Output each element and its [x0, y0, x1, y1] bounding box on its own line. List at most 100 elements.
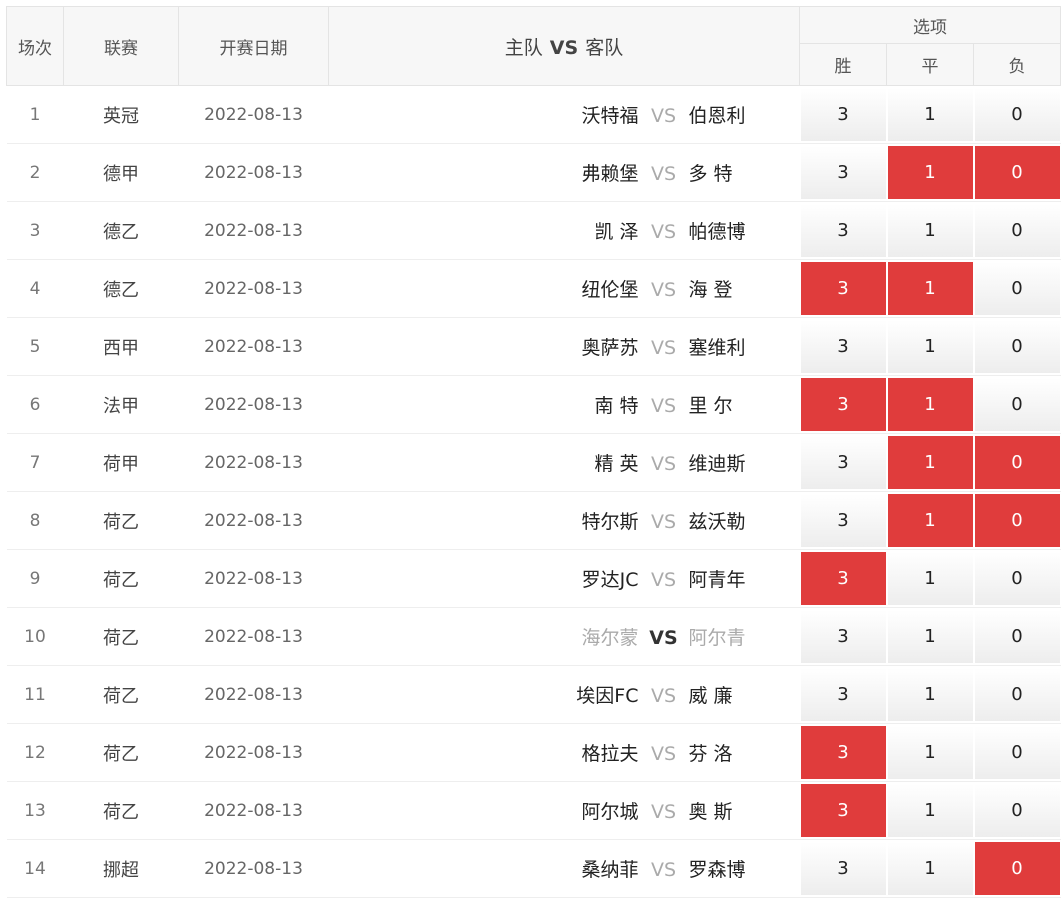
option-loss-button[interactable]: 0	[974, 784, 1060, 837]
league-name: 德乙	[63, 259, 179, 318]
option-cell-draw: 1	[886, 259, 974, 318]
header-home: 主队	[504, 36, 543, 59]
table-row: 13 荷乙 2022-08-13 阿尔城 VS 奥 斯310	[6, 781, 1061, 840]
match-no: 8	[6, 491, 64, 550]
home-team: 埃因FC	[576, 685, 639, 707]
match-date: 2022-08-13	[178, 317, 329, 376]
option-loss-button[interactable]: 0	[974, 726, 1060, 779]
option-loss-button[interactable]: 0	[974, 668, 1060, 721]
match-no: 10	[6, 607, 64, 666]
away-team: 里 尔	[688, 395, 733, 417]
match-no: 6	[6, 375, 64, 434]
match-teams: 格拉夫 VS 芬 洛	[328, 723, 800, 782]
option-loss-button[interactable]: 0	[974, 436, 1060, 489]
header-date: 开赛日期	[178, 6, 329, 86]
home-team: 奥萨苏	[581, 337, 639, 359]
option-draw-button[interactable]: 1	[887, 436, 973, 489]
option-cell-draw: 1	[886, 665, 974, 724]
match-date: 2022-08-13	[178, 781, 329, 840]
option-loss-button[interactable]: 0	[974, 88, 1060, 141]
header-options: 选项	[798, 6, 1062, 44]
option-cell-draw: 1	[886, 433, 974, 492]
home-team: 南 特	[594, 395, 639, 417]
header-draw: 平	[886, 43, 974, 86]
league-name: 荷甲	[63, 433, 179, 492]
match-teams: 埃因FC VS 威 廉	[328, 665, 800, 724]
option-loss-button[interactable]: 0	[974, 610, 1060, 663]
table-row: 1 英冠 2022-08-13 沃特福 VS 伯恩利 3 1 0	[6, 85, 1061, 144]
away-team: 奥 斯	[688, 801, 733, 823]
option-loss-button[interactable]: 0	[974, 204, 1060, 257]
option-draw-button[interactable]: 1	[887, 494, 973, 547]
league-name: 荷乙	[63, 491, 179, 550]
option-cell-draw: 1	[886, 839, 974, 898]
league-name: 荷乙	[63, 665, 179, 724]
option-cell-loss: 0	[973, 85, 1061, 144]
option-draw-button[interactable]: 1	[887, 668, 973, 721]
match-date: 2022-08-13	[178, 491, 329, 550]
match-no: 7	[6, 433, 64, 492]
option-draw-button[interactable]: 1	[887, 262, 973, 315]
home-team: 纽伦堡	[581, 279, 639, 301]
match-table: 场次 联赛 开赛日期 主队 VS 客队 选项 胜 平 负 1 英冠 2022-08-13…	[6, 6, 1062, 898]
match-teams: 沃特福 VS 伯恩利	[328, 85, 800, 144]
home-team: 精 英	[594, 453, 639, 475]
option-cell-loss: 0	[973, 781, 1061, 840]
league-name: 英冠	[63, 85, 179, 144]
match-list: 1 英冠 2022-08-13 沃特福 VS 伯恩利 3 1 0 2 德甲 2022-08-13 弗赖堡…	[6, 85, 1061, 898]
vs-label: VS	[650, 859, 677, 881]
option-cell-loss: 0	[973, 259, 1061, 318]
league-name: 荷乙	[63, 607, 179, 666]
option-loss-button[interactable]: 0	[974, 320, 1060, 373]
option-loss-button[interactable]: 0	[974, 262, 1060, 315]
option-cell-draw: 1	[886, 549, 974, 608]
league-name: 法甲	[63, 375, 179, 434]
vs-label: VS	[650, 743, 677, 765]
home-team: 海尔蒙	[581, 627, 639, 649]
option-loss-button[interactable]: 0	[974, 378, 1060, 431]
option-cell-loss: 0	[973, 839, 1061, 898]
option-loss-button[interactable]: 0	[974, 494, 1060, 547]
away-team: 威 廉	[688, 685, 733, 707]
option-loss-button[interactable]: 0	[974, 552, 1060, 605]
match-no: 14	[6, 839, 64, 898]
option-cell-draw: 1	[886, 491, 974, 550]
table-row: 6 法甲 2022-08-13 南 特 VS 里 尔310	[6, 375, 1061, 434]
table-row: 4 德乙 2022-08-13 纽伦堡 VS 海 登310	[6, 259, 1061, 318]
option-draw-button[interactable]: 1	[887, 320, 973, 373]
option-draw-button[interactable]: 1	[887, 204, 973, 257]
option-loss-button[interactable]: 0	[974, 146, 1060, 199]
match-teams: 海尔蒙 VS 阿尔青	[328, 607, 800, 666]
option-draw-button[interactable]: 1	[887, 378, 973, 431]
header-league: 联赛	[63, 6, 179, 86]
away-team: 海 登	[688, 279, 733, 301]
away-team: 维迪斯	[688, 453, 746, 475]
match-teams: 弗赖堡 VS 多 特	[328, 143, 800, 202]
option-draw-button[interactable]: 1	[887, 552, 973, 605]
option-cell-loss: 0	[973, 549, 1061, 608]
vs-label: VS	[650, 221, 677, 243]
away-team: 芬 洛	[688, 743, 733, 765]
match-date: 2022-08-13	[178, 549, 329, 608]
option-draw-button[interactable]: 1	[887, 726, 973, 779]
option-draw-button[interactable]: 1	[887, 784, 973, 837]
option-draw-button[interactable]: 1	[887, 842, 973, 895]
option-draw-button[interactable]: 1	[887, 610, 973, 663]
league-name: 挪超	[63, 839, 179, 898]
table-row: 5 西甲 2022-08-13 奥萨苏 VS 塞维利 3 1 0	[6, 317, 1061, 376]
match-no: 13	[6, 781, 64, 840]
option-draw-button[interactable]: 1	[887, 88, 973, 141]
match-no: 2	[6, 143, 64, 202]
option-cell-draw: 1	[886, 85, 974, 144]
option-cell-loss: 0	[973, 607, 1061, 666]
option-loss-button[interactable]: 0	[974, 842, 1060, 895]
option-cell-loss: 0	[973, 317, 1061, 376]
vs-label: VS	[650, 685, 677, 707]
table-row: 2 德甲 2022-08-13 弗赖堡 VS 多 特310	[6, 143, 1061, 202]
option-cell-loss: 0	[973, 201, 1061, 260]
away-team: 伯恩利	[688, 105, 746, 127]
option-draw-button[interactable]: 1	[887, 146, 973, 199]
home-team: 桑纳菲	[581, 859, 639, 881]
match-date: 2022-08-13	[178, 607, 329, 666]
table-header: 场次 联赛 开赛日期 主队 VS 客队 选项 胜 平 负	[6, 6, 1062, 86]
